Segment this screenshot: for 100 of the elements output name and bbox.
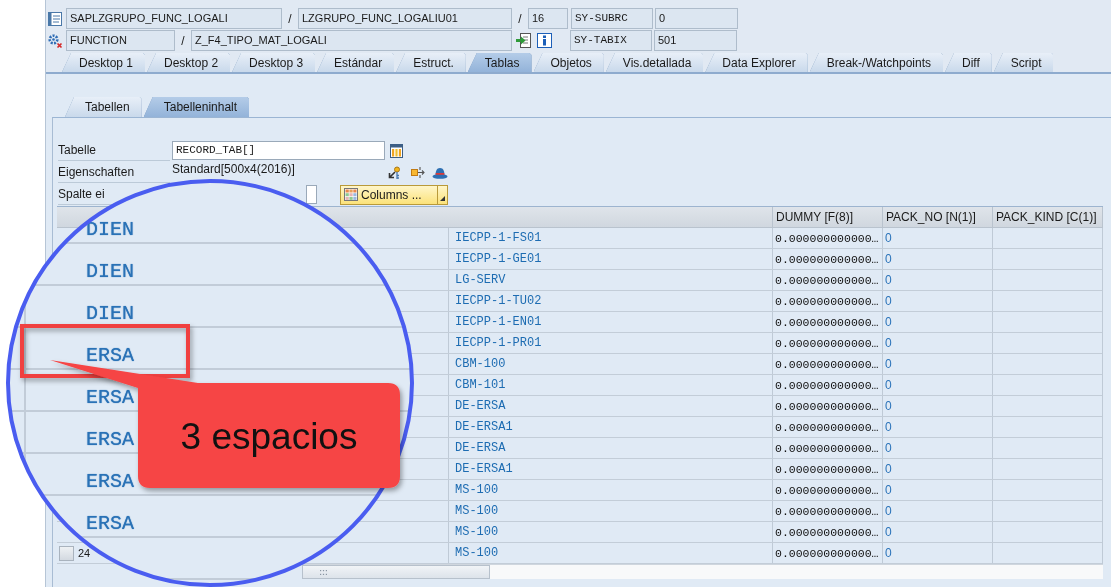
field-label: Eigenschaften	[58, 164, 135, 180]
column-header[interactable]: PACK_NO [N(1)]	[883, 207, 993, 228]
table-cell: MS-100	[455, 483, 499, 497]
variable-field[interactable]: SY-SUBRC	[571, 8, 653, 29]
table-field[interactable]: RECORD_TAB[]	[172, 141, 385, 160]
value-field[interactable]: 0	[655, 8, 738, 29]
table-cell: IECPP-1-PR01	[455, 336, 542, 350]
table-cell: 0	[885, 441, 892, 455]
column-header[interactable]: PACK_KIND [C(1)]	[993, 207, 1103, 228]
box-arrows-icon[interactable]	[411, 166, 425, 179]
key-arrow-icon[interactable]	[388, 165, 400, 180]
table-cell: IECPP-1-EN01	[455, 315, 542, 329]
magnified-cell-text: ERSA	[86, 430, 134, 450]
tab[interactable]: Diff	[945, 53, 992, 72]
table-cell: 0	[885, 336, 892, 350]
table-cell: 0.000000000000…	[775, 483, 879, 497]
line-field[interactable]: 16	[528, 8, 568, 29]
tab[interactable]: Data Explorer	[705, 53, 808, 72]
arrow-document-icon[interactable]	[515, 32, 532, 49]
magnified-cell-text: DIEN	[86, 304, 134, 324]
table-cell: MS-100	[455, 525, 499, 539]
table-cell: IECPP-1-FS01	[455, 231, 542, 245]
magnified-cell-text: ERSA	[86, 472, 134, 492]
callout-text: 3 espacios	[180, 416, 358, 457]
table-cell: 0.000000000000…	[775, 462, 879, 476]
table-cell: DE-ERSA1	[455, 462, 513, 476]
table-cell: MS-100	[455, 546, 499, 560]
event-name-field[interactable]: Z_F4_TIPO_MAT_LOGALI	[191, 30, 512, 51]
tab[interactable]: Tablas	[467, 53, 532, 72]
tab[interactable]: Script	[993, 53, 1054, 72]
table-cell: 0	[885, 399, 892, 413]
table-cell: 0.000000000000…	[775, 399, 879, 413]
table-cell: 0	[885, 462, 892, 476]
separator-text: /	[180, 33, 186, 48]
magnified-cell-text: ERSA	[86, 388, 134, 408]
table-cell: 0	[885, 546, 892, 560]
table-cell: 0.000000000000…	[775, 525, 879, 539]
table-cell: DE-ERSA	[455, 399, 506, 413]
table-cell: DE-ERSA	[455, 441, 506, 455]
table-cell: 0.000000000000…	[775, 294, 879, 308]
table-cell: MS-100	[455, 504, 499, 518]
include-field[interactable]: LZGRUPO_FUNC_LOGALIU01	[298, 8, 512, 29]
table-icon[interactable]	[390, 143, 403, 158]
table-cell: 0	[885, 483, 892, 497]
columns-button[interactable]: Columns ...	[340, 184, 437, 205]
magnified-cell-text: ERSA	[86, 514, 134, 534]
grid-icon	[344, 188, 358, 201]
variable-field[interactable]: SY-TABIX	[570, 30, 652, 51]
tab[interactable]: Vis.detallada	[605, 53, 704, 72]
program-field[interactable]: SAPLZGRUPO_FUNC_LOGALI	[66, 8, 282, 29]
table-cell: 0	[885, 378, 892, 392]
table-cell: 0	[885, 273, 892, 287]
field-label: Tabelle	[58, 142, 97, 158]
info-icon[interactable]	[537, 33, 552, 48]
tab[interactable]: Desktop 3	[232, 53, 316, 72]
tab[interactable]: Desktop 2	[147, 53, 231, 72]
event-type-field[interactable]: FUNCTION	[66, 30, 175, 51]
tab[interactable]: Tabellen	[65, 97, 142, 117]
magnified-cell-text: ERSA	[86, 346, 134, 366]
table-cell: 0.000000000000…	[775, 315, 879, 329]
value-field[interactable]: 501	[654, 30, 737, 51]
table-cell: 24	[78, 547, 91, 559]
table-cell: 0.000000000000…	[775, 378, 879, 392]
magnified-cell-text: DIEN	[86, 220, 134, 240]
table-cell: 0	[885, 420, 892, 434]
table-cell: 0	[885, 525, 892, 539]
column-field[interactable]	[306, 185, 317, 204]
tab[interactable]: Estruct.	[396, 53, 466, 72]
table-cell: 0.000000000000…	[775, 441, 879, 455]
tab[interactable]: Objetos	[533, 53, 604, 72]
dropdown-button[interactable]	[437, 184, 448, 205]
gear-icon	[47, 32, 63, 49]
tab[interactable]: Break-/Watchpoints	[809, 53, 943, 72]
scrollbar-thumb[interactable]	[302, 565, 490, 579]
separator-text: /	[287, 11, 293, 26]
table-cell: 0.000000000000…	[775, 357, 879, 371]
table-cell: 0.000000000000…	[775, 504, 879, 518]
separator-text: /	[517, 11, 523, 26]
table-cell: 0.000000000000…	[775, 546, 879, 560]
tab[interactable]: Desktop 1	[62, 53, 146, 72]
table-cell: IECPP-1-TU02	[455, 294, 542, 308]
grip-icon	[320, 569, 327, 575]
column-header[interactable]: DUMMY [F(8)]	[773, 207, 883, 228]
table-cell: IECPP-1-GE01	[455, 252, 542, 266]
tab[interactable]: Estándar	[317, 53, 395, 72]
field-label: Spalte ei	[58, 186, 105, 202]
table-cell: DE-ERSA1	[455, 420, 513, 434]
table-cell: 0	[885, 252, 892, 266]
caret-icon	[440, 195, 445, 201]
table-cell: 0	[885, 504, 892, 518]
hat-icon[interactable]	[432, 166, 448, 179]
scrollbar-track[interactable]	[302, 564, 1103, 579]
table-cell: 0	[885, 357, 892, 371]
table-cell: 0	[885, 315, 892, 329]
table-cell: CBM-101	[455, 378, 506, 392]
properties-value: Standard[500x4(2016)]	[172, 162, 295, 176]
magnified-cell-text: DIEN	[86, 262, 134, 282]
table-cell: 0.000000000000…	[775, 252, 879, 266]
table-cell: 0	[885, 294, 892, 308]
tab[interactable]: Tabelleninhalt	[143, 97, 250, 117]
